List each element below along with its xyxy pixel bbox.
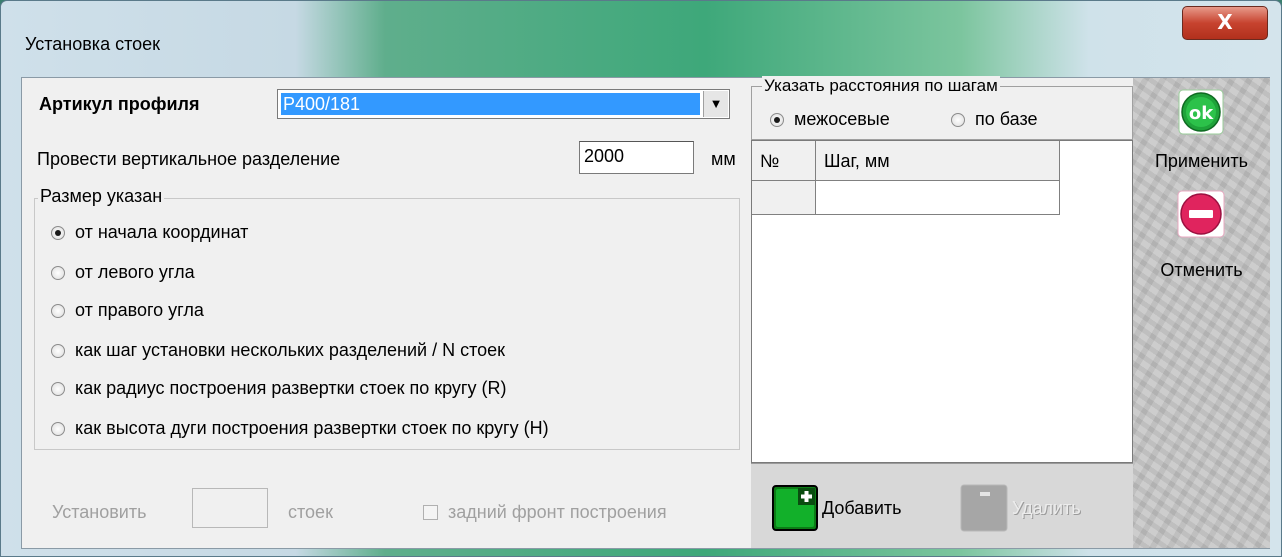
title-bar[interactable]: Установка стоек X bbox=[1, 1, 1281, 61]
step-option-axial[interactable]: межосевые bbox=[770, 109, 890, 130]
svg-text:ok: ok bbox=[1189, 103, 1214, 124]
step-group: Указать расстояния по шагам межосевые по… bbox=[751, 76, 1133, 140]
size-group: Размер указан от начала координат от лев… bbox=[34, 186, 740, 450]
step-option-base[interactable]: по базе bbox=[951, 109, 1038, 130]
size-option-left-corner[interactable]: от левого угла bbox=[51, 262, 195, 283]
size-option-step[interactable]: как шаг установки нескольких разделений … bbox=[51, 340, 505, 361]
ok-icon: ok bbox=[1178, 89, 1224, 135]
vertical-split-label: Провести вертикальное разделение bbox=[37, 149, 341, 169]
add-button[interactable]: Добавить bbox=[772, 483, 902, 533]
add-icon bbox=[772, 485, 818, 531]
close-icon: X bbox=[1217, 10, 1233, 34]
size-option-radius[interactable]: как радиус построения развертки стоек по… bbox=[51, 378, 506, 399]
cancel-label: Отменить bbox=[1160, 260, 1243, 280]
radio-button[interactable] bbox=[51, 421, 65, 436]
side-actions-panel: ok Применить Отменить bbox=[1133, 78, 1270, 548]
delete-label: Удалить bbox=[1012, 497, 1081, 518]
radio-button[interactable] bbox=[51, 225, 65, 240]
apply-button[interactable]: ok Применить bbox=[1133, 78, 1270, 178]
apply-label: Применить bbox=[1154, 151, 1248, 171]
dropdown-arrow-icon[interactable]: ▼ bbox=[703, 91, 728, 117]
install-label: Установить bbox=[52, 502, 147, 522]
delete-button[interactable]: Удалить bbox=[960, 483, 1081, 533]
table-cell-step[interactable] bbox=[816, 181, 1060, 215]
profile-label: Артикул профиля bbox=[39, 94, 200, 114]
checkbox[interactable] bbox=[423, 505, 438, 520]
size-group-title: Размер указан bbox=[38, 186, 165, 207]
profile-combobox[interactable]: P400/181 ▼ bbox=[277, 89, 730, 119]
dialog-window: Установка стоек X Артикул профиля P400/1… bbox=[0, 0, 1282, 557]
table-row-header[interactable] bbox=[752, 181, 816, 215]
add-label: Добавить bbox=[822, 497, 902, 518]
install-unit: стоек bbox=[288, 502, 333, 522]
table-actions-panel: Добавить Удалить bbox=[751, 463, 1133, 548]
profile-value: P400/181 bbox=[281, 93, 700, 115]
dialog-client-area: Артикул профиля P400/181 ▼ Провести верт… bbox=[21, 76, 1270, 549]
radio-button[interactable] bbox=[770, 112, 784, 127]
close-button[interactable]: X bbox=[1182, 6, 1268, 40]
cancel-icon bbox=[1177, 190, 1225, 238]
radio-button[interactable] bbox=[951, 112, 965, 127]
column-header-number[interactable]: № bbox=[752, 141, 816, 181]
column-header-step[interactable]: Шаг, мм bbox=[816, 141, 1060, 181]
radio-button[interactable] bbox=[51, 303, 65, 318]
steps-table[interactable]: № Шаг, мм bbox=[751, 140, 1133, 463]
radio-button[interactable] bbox=[51, 381, 65, 396]
cancel-button[interactable]: Отменить bbox=[1133, 186, 1270, 286]
vertical-split-input[interactable]: 2000 bbox=[579, 141, 694, 174]
size-option-origin[interactable]: от начала координат bbox=[51, 222, 248, 243]
vertical-split-unit: мм bbox=[711, 149, 736, 169]
delete-icon bbox=[960, 484, 1008, 532]
back-front-checkbox[interactable]: задний фронт построения bbox=[423, 502, 667, 523]
window-title: Установка стоек bbox=[25, 34, 161, 54]
step-group-title: Указать расстояния по шагам bbox=[762, 76, 1000, 96]
install-count-input[interactable] bbox=[192, 488, 268, 528]
size-option-arc-height[interactable]: как высота дуги построения развертки сто… bbox=[51, 418, 549, 439]
radio-button[interactable] bbox=[51, 343, 65, 358]
size-option-right-corner[interactable]: от правого угла bbox=[51, 300, 204, 321]
radio-button[interactable] bbox=[51, 265, 65, 280]
